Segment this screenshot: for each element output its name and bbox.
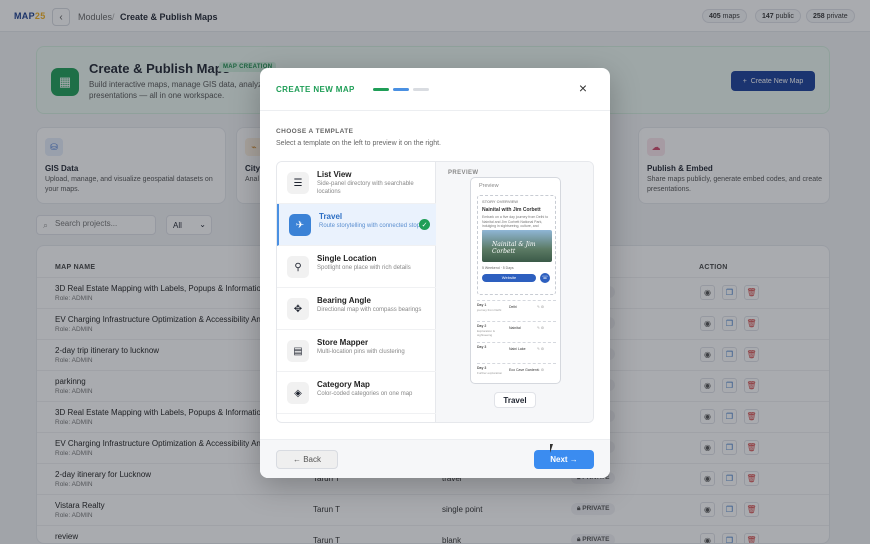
step-indicator-3 <box>413 88 429 91</box>
day-label: Day 2 <box>477 324 487 328</box>
day-summary: journey from Delhi <box>477 308 502 312</box>
template-title: List View <box>317 170 352 179</box>
story-overview: STORY OVERVIEW Nainital with Jim Corbett… <box>477 195 556 295</box>
day-place: Eco Cave Gardens <box>509 368 539 372</box>
template-title: Single Location <box>317 254 377 263</box>
day-label: Day 3 <box>477 345 487 349</box>
step-indicator-2 <box>393 88 409 91</box>
day-summary: Exploration & sightseeing <box>477 329 495 337</box>
template-description: Multi-location pins with clustering <box>317 349 405 355</box>
preview-template-name: Travel <box>494 392 536 408</box>
template-item-category-map[interactable]: ◈ Category Map Color-coded categories on o… <box>277 372 436 414</box>
template-description: Side-panel directory with searchable loc… <box>317 181 414 195</box>
phone-header: Preview <box>479 183 499 189</box>
day-place: Naini Lake <box>509 347 526 351</box>
modal-footer: ← Back Next → <box>260 439 610 478</box>
template-title: Bearing Angle <box>317 296 371 305</box>
pin-icon: ⚲ <box>287 256 309 278</box>
tag-icon: ◈ <box>287 382 309 404</box>
mouse-cursor <box>550 444 556 453</box>
itinerary-day: Day 2 Exploration & sightseeing Nainital ✎ … <box>477 321 556 343</box>
image-caption: Nainital & Jim Corbett <box>492 241 536 255</box>
template-item-list-view[interactable]: ☰ List View Side-panel directory with sear… <box>277 162 436 204</box>
itinerary-day: Day 3 Further exploration Eco Cave Gardens… <box>477 363 556 383</box>
step-indicator-1 <box>373 88 389 91</box>
itinerary-day: Day 3 Naini Lake ✎ ⚙ <box>477 342 556 364</box>
day-summary: Further exploration <box>477 371 503 375</box>
template-item-single-location[interactable]: ⚲ Single Location Spotlight one place with… <box>277 246 436 288</box>
website-button: Website <box>482 274 536 282</box>
template-item-store-mapper[interactable]: ▤ Store Mapper Multi-location pins with cl… <box>277 330 436 372</box>
store-icon: ▤ <box>287 340 309 362</box>
template-pane: ☰ List View Side-panel directory with sear… <box>276 161 594 423</box>
template-description: Spotlight one place with rich details <box>317 265 411 271</box>
day-place: Nainital <box>509 326 521 330</box>
close-icon[interactable]: × <box>576 81 590 95</box>
section-subtitle: Select a template on the left to preview… <box>276 140 441 147</box>
section-title: CHOOSE A TEMPLATE <box>276 128 354 135</box>
template-list: ☰ List View Side-panel directory with sear… <box>277 162 436 422</box>
airplane-icon: ✈ <box>289 214 311 236</box>
template-item-travel[interactable]: ✈ Travel Route storytelling with connected… <box>277 204 436 246</box>
template-title: Store Mapper <box>317 338 369 347</box>
list-icon: ☰ <box>287 172 309 194</box>
check-icon: ✓ <box>419 219 430 230</box>
back-button[interactable]: ← Back <box>276 450 338 469</box>
template-description: Route storytelling with connected stops <box>319 223 424 229</box>
phone-mockup: Preview STORY OVERVIEW Nainital with Jim… <box>470 177 561 384</box>
story-label: STORY OVERVIEW <box>482 199 519 204</box>
template-description: Directional map with compass bearings <box>317 307 422 313</box>
itinerary-day: Day 1 journey from Delhi Delhi ✎ ⚙ <box>477 300 556 322</box>
day-label: Day 3 <box>477 366 487 370</box>
edit-icon: ✎ ⚙ <box>537 368 545 372</box>
day-label: Day 1 <box>477 303 487 307</box>
template-item-bearing-angle[interactable]: ✥ Bearing Angle Directional map with compa… <box>277 288 436 330</box>
edit-icon: ✎ ⚙ <box>537 347 545 351</box>
template-title: Travel <box>319 212 343 221</box>
phone-icon: ☏ <box>540 273 550 283</box>
compass-icon: ✥ <box>287 298 309 320</box>
preview-label: PREVIEW <box>448 170 479 176</box>
create-map-modal: CREATE NEW MAP × CHOOSE A TEMPLATE Selec… <box>260 68 610 478</box>
template-title: Category Map <box>317 380 370 389</box>
day-place: Delhi <box>509 305 517 309</box>
template-preview: PREVIEW Preview STORY OVERVIEW Nainital … <box>436 162 593 422</box>
next-button[interactable]: Next → <box>534 450 594 469</box>
edit-icon: ✎ ⚙ <box>537 326 545 330</box>
template-description: Color-coded categories on one map <box>317 391 413 397</box>
modal-title: CREATE NEW MAP <box>276 85 355 94</box>
edit-icon: ✎ ⚙ <box>537 305 545 309</box>
divider <box>260 110 610 111</box>
story-meta: 5 Weekend · 5 Days <box>482 266 514 270</box>
story-title: Nainital with Jim Corbett <box>482 207 541 213</box>
